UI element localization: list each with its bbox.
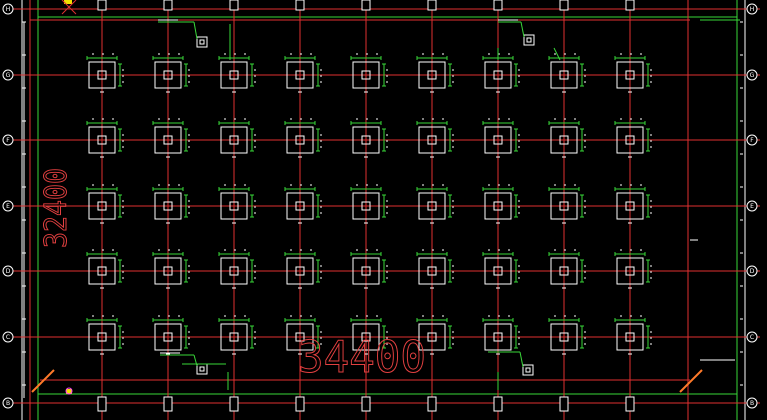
pad-footing — [614, 184, 652, 224]
column-marker-bottom — [493, 396, 503, 412]
column-marker-top — [559, 0, 569, 11]
column-marker-top — [427, 0, 437, 11]
pad-footing — [350, 53, 388, 93]
overall-dimension-horizontal: 34400 — [298, 332, 426, 383]
axis-label: G — [750, 72, 755, 79]
cad-drawing-canvas[interactable]: H H G G F F E E D D C C B B 34400 32400 — [0, 0, 767, 420]
corner-diagonal-marker — [679, 369, 703, 393]
axis-label: F — [6, 137, 10, 144]
pad-footing — [284, 249, 322, 289]
corner-diagonal-marker — [31, 369, 55, 393]
pad-footing — [152, 118, 190, 158]
pad-footing — [614, 249, 652, 289]
pad-footing — [152, 184, 190, 224]
axis-label: F — [750, 137, 754, 144]
axis-label: D — [750, 268, 755, 275]
pad-footing — [152, 249, 190, 289]
pad-footing — [218, 184, 256, 224]
pad-footing — [614, 315, 652, 355]
pad-footing — [86, 315, 124, 355]
pad-footing — [482, 118, 520, 158]
pad-footing — [350, 249, 388, 289]
pad-footing — [548, 249, 586, 289]
axis-label: C — [750, 334, 754, 341]
callout-bottom-mid — [488, 349, 534, 376]
pad-footing — [152, 53, 190, 93]
pad-footing — [482, 249, 520, 289]
pad-footing — [416, 53, 454, 93]
pad-footing — [482, 315, 520, 355]
pad-footing — [350, 118, 388, 158]
column-marker-bottom — [427, 396, 437, 412]
column-marker-top — [163, 0, 173, 11]
pad-footing — [614, 118, 652, 158]
pad-footing — [284, 53, 322, 93]
column-marker-bottom — [163, 396, 173, 412]
pad-footing — [548, 315, 586, 355]
pad-footing — [86, 53, 124, 93]
column-marker-bottom — [361, 396, 371, 412]
callout-top-mid — [498, 19, 535, 46]
axis-label: E — [6, 203, 10, 210]
foundation-plan-drawing: H H G G F F E E D D C C B B 34400 32400 — [2, 0, 760, 420]
column-marker-bottom — [625, 396, 635, 412]
axis-label: C — [6, 334, 10, 341]
pad-footing — [218, 53, 256, 93]
pad-footing — [548, 184, 586, 224]
pad-footing — [86, 249, 124, 289]
pad-footing — [482, 184, 520, 224]
axis-label: B — [750, 400, 754, 407]
callout-top-left — [158, 19, 208, 48]
pad-footing — [86, 184, 124, 224]
column-marker-top — [493, 0, 503, 11]
axis-label: B — [6, 400, 10, 407]
column-marker-bottom — [295, 396, 305, 412]
pad-footing — [152, 315, 190, 355]
column-marker-top — [97, 0, 107, 11]
axis-label: H — [750, 6, 755, 13]
column-marker-bottom — [97, 396, 107, 412]
pad-footing — [482, 53, 520, 93]
pad-footing — [218, 315, 256, 355]
pad-footing — [548, 53, 586, 93]
axis-label: D — [6, 268, 11, 275]
axis-label: E — [750, 203, 754, 210]
column-marker-bottom — [229, 396, 239, 412]
pad-footing — [350, 184, 388, 224]
column-marker-top — [625, 0, 635, 11]
axis-label: G — [6, 72, 11, 79]
pad-footing — [416, 118, 454, 158]
pad-footing — [548, 118, 586, 158]
pad-footing — [218, 118, 256, 158]
footing-array — [86, 53, 652, 355]
pad-footing — [284, 118, 322, 158]
column-marker-bottom — [559, 396, 569, 412]
pad-footing — [284, 184, 322, 224]
pad-footing — [416, 184, 454, 224]
pad-footing — [86, 118, 124, 158]
column-marker-top — [229, 0, 239, 11]
pad-footing — [416, 249, 454, 289]
overall-dimension-vertical: 32400 — [39, 168, 74, 248]
axis-label: H — [6, 6, 11, 13]
column-marker-top — [295, 0, 305, 11]
column-marker-top — [361, 0, 371, 11]
pad-footing — [614, 53, 652, 93]
pad-footing — [218, 249, 256, 289]
